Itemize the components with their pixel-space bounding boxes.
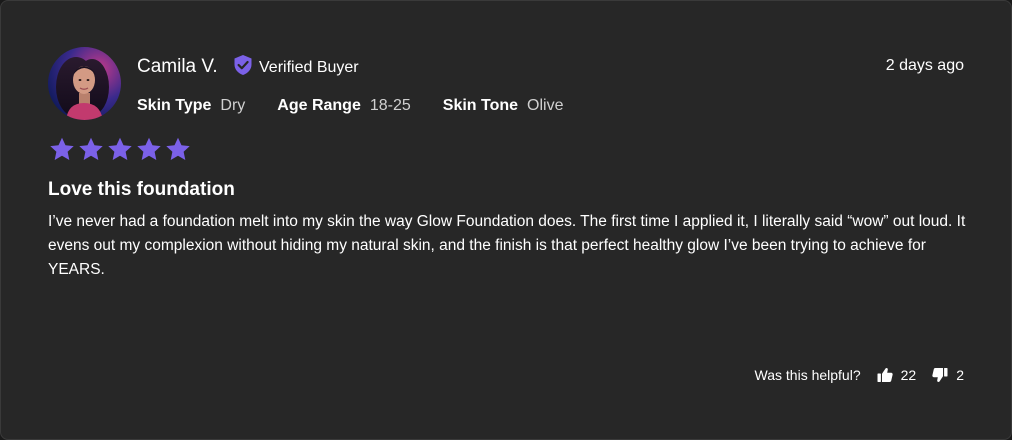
reviewer-name: Camila V. <box>137 56 218 77</box>
review-card: Camila V. Verified Buyer 2 days ago Skin… <box>0 0 1012 440</box>
star-icon <box>106 136 134 163</box>
helpful-up-count: 22 <box>900 367 917 383</box>
review-timestamp: 2 days ago <box>885 57 964 74</box>
star-icon <box>164 136 192 163</box>
attribute-age-range: Age Range 18-25 <box>277 95 411 117</box>
helpful-question: Was this helpful? <box>754 367 861 383</box>
attribute-value: Olive <box>527 97 564 114</box>
attribute-skin-tone: Skin Tone Olive <box>443 95 564 117</box>
attribute-label: Age Range <box>277 97 361 114</box>
review-title: Love this foundation <box>48 179 235 200</box>
attribute-skin-type: Skin Type Dry <box>137 95 245 117</box>
star-icon <box>135 136 163 163</box>
helpful-down-count: 2 <box>956 367 964 383</box>
helpful-votes: Was this helpful? 22 2 <box>755 364 964 386</box>
star-icon <box>48 136 76 163</box>
verified-label: Verified Buyer <box>259 58 359 76</box>
helpful-up-button[interactable]: 22 <box>877 364 917 386</box>
avatar <box>48 47 121 120</box>
thumbs-down-icon <box>932 367 948 383</box>
helpful-down-button[interactable]: 2 <box>932 364 964 386</box>
verified-badge: Verified Buyer <box>233 54 359 81</box>
thumbs-up-icon <box>877 367 893 383</box>
attribute-value: 18-25 <box>369 97 411 114</box>
review-body: I’ve never had a foundation melt into my… <box>48 213 966 278</box>
attribute-label: Skin Tone <box>442 97 519 114</box>
shield-check-icon <box>233 54 253 81</box>
attribute-value: Dry <box>220 97 246 114</box>
attribute-label: Skin Type <box>137 97 212 114</box>
star-icon <box>77 136 105 163</box>
reviewer-attributes: Skin Type Dry Age Range 18-25 Skin Tone … <box>137 95 564 117</box>
star-rating <box>48 136 192 163</box>
